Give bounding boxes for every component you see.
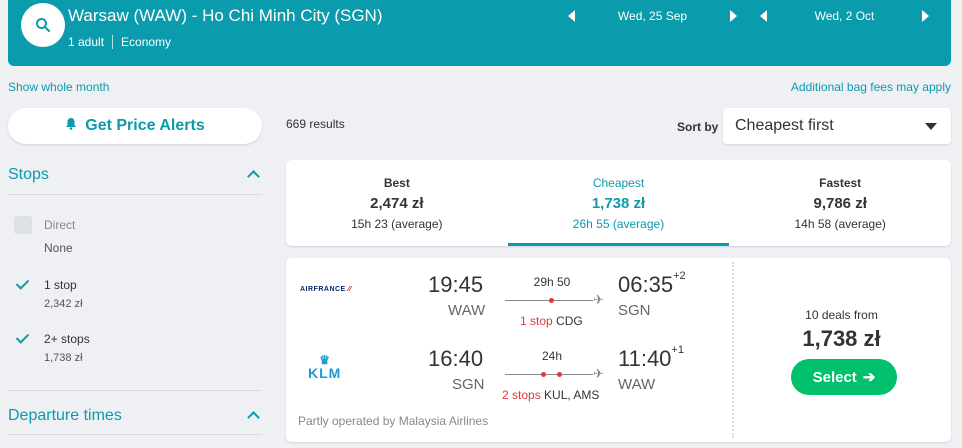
search-header: Warsaw (WAW) - Ho Chi Minh City (SGN) 1 … — [8, 0, 951, 66]
arrow-right-icon: ➔ — [862, 369, 876, 386]
depart-next-arrow-icon[interactable] — [730, 10, 737, 22]
meta-divider — [112, 35, 114, 49]
direct-checkbox[interactable] — [14, 216, 32, 234]
stop-dot — [557, 372, 562, 377]
sort-label: Sort by — [677, 120, 719, 134]
return-date[interactable]: Wed, 2 Oct — [767, 9, 922, 23]
day-offset: +2 — [673, 270, 686, 282]
price-alerts-label: Get Price Alerts — [85, 117, 205, 134]
2plus-stops-checkbox[interactable] — [14, 330, 32, 348]
inbound-route-line — [505, 374, 593, 375]
price-alerts-button[interactable]: Get Price Alerts — [8, 108, 262, 144]
deal-price: 1,738 zł — [802, 326, 881, 351]
results-count: 669 results — [286, 117, 345, 131]
stop-price: None — [44, 241, 73, 255]
tab-label: Cheapest — [592, 176, 645, 190]
tab-fastest[interactable]: Fastest 9,786 zł 14h 58 (average) — [729, 160, 951, 246]
tab-price: 2,474 zł — [370, 195, 424, 212]
stops-count: 2 stops — [502, 388, 541, 402]
tab-duration: 15h 23 (average) — [351, 217, 443, 231]
inbound-departure-code: SGN — [452, 376, 485, 393]
select-label: Select — [812, 368, 857, 386]
search-icon — [36, 18, 51, 33]
flight-result-card[interactable]: AIRFRANCE ⁄⁄ 19:45 WAW 29h 50 ✈ 1 stop C… — [286, 258, 951, 442]
day-offset: +1 — [671, 344, 684, 356]
stop-price: 1,738 zł — [44, 352, 83, 364]
caret-down-icon — [925, 123, 937, 130]
passengers: 1 adult — [68, 35, 105, 49]
stops-divider — [8, 194, 262, 195]
outbound-arrival-time: 06:35+2 — [618, 270, 686, 297]
departure-collapse-chevron-icon[interactable] — [247, 411, 260, 424]
bag-fees-link[interactable]: Additional bag fees may apply — [791, 80, 951, 94]
select-button[interactable]: Select ➔ — [791, 359, 897, 395]
search-button[interactable] — [21, 3, 65, 47]
depart-prev-arrow-icon[interactable] — [568, 10, 575, 22]
plane-icon: ✈ — [593, 366, 604, 381]
stop-label: 1 stop — [44, 278, 77, 292]
stops-collapse-chevron-icon[interactable] — [247, 170, 260, 183]
return-next-arrow-icon[interactable] — [922, 10, 929, 22]
stops-count: 1 stop — [520, 314, 553, 328]
airfrance-logo: AIRFRANCE ⁄⁄ — [300, 286, 352, 293]
tab-price: 1,738 zł — [591, 195, 646, 212]
1-stop-checkbox[interactable] — [14, 276, 32, 294]
stopover-airports: KUL, AMS — [544, 388, 600, 402]
depart-date-picker: Wed, 25 Sep — [568, 6, 748, 26]
stop-price: 2,342 zł — [44, 298, 83, 310]
sort-tabs: Best 2,474 zł 15h 23 (average) Cheapest … — [286, 160, 951, 246]
stop-label: Direct — [44, 218, 76, 232]
plane-icon: ✈ — [593, 292, 604, 307]
stops-title[interactable]: Stops — [8, 166, 49, 184]
route-title[interactable]: Warsaw (WAW) - Ho Chi Minh City (SGN) — [68, 6, 383, 26]
operated-by-note: Partly operated by Malaysia Airlines — [298, 414, 489, 428]
outbound-departure-time: 19:45 — [428, 272, 484, 297]
tab-price: 9,786 zł — [813, 195, 867, 212]
outbound-duration: 29h 50 — [533, 275, 571, 289]
depart-date[interactable]: Wed, 25 Sep — [575, 9, 730, 23]
bell-icon — [65, 117, 77, 135]
stop-label: 2+ stops — [44, 332, 90, 346]
tab-cheapest[interactable]: Cheapest 1,738 zł 26h 55 (average) — [507, 160, 730, 246]
tab-duration: 26h 55 (average) — [572, 217, 665, 231]
sort-value: Cheapest first — [735, 117, 834, 134]
inbound-arrival-code: WAW — [618, 376, 656, 393]
departure-divider — [8, 434, 262, 435]
stop-dot — [541, 372, 546, 377]
tab-label: Best — [383, 176, 410, 190]
inbound-arrival-time: 11:40+1 — [618, 344, 684, 371]
stops-bottom-divider — [8, 390, 262, 391]
klm-logo: ♛ KLM — [308, 353, 342, 381]
inbound-duration: 24h — [541, 349, 563, 363]
outbound-arrival-code: SGN — [618, 302, 651, 319]
trip-meta[interactable]: 1 adult Economy — [68, 35, 171, 49]
sort-dropdown[interactable]: Cheapest first — [723, 108, 951, 144]
tab-label: Fastest — [819, 176, 862, 190]
stopover-airports: CDG — [556, 314, 583, 328]
tab-duration: 14h 58 (average) — [794, 217, 886, 231]
deals-count: 10 deals from — [805, 308, 878, 322]
inbound-stops: 2 stops KUL, AMS — [502, 388, 599, 402]
show-whole-month-link[interactable]: Show whole month — [8, 80, 109, 94]
return-prev-arrow-icon[interactable] — [760, 10, 767, 22]
outbound-departure-code: WAW — [448, 302, 486, 319]
departure-times-title[interactable]: Departure times — [8, 407, 122, 425]
return-date-picker: Wed, 2 Oct — [760, 6, 940, 26]
cabin-class: Economy — [121, 35, 172, 49]
outbound-stops: 1 stop CDG — [520, 314, 583, 328]
inbound-departure-time: 16:40 — [428, 346, 484, 371]
tab-best[interactable]: Best 2,474 zł 15h 23 (average) — [286, 160, 508, 246]
stop-dot — [549, 298, 554, 303]
